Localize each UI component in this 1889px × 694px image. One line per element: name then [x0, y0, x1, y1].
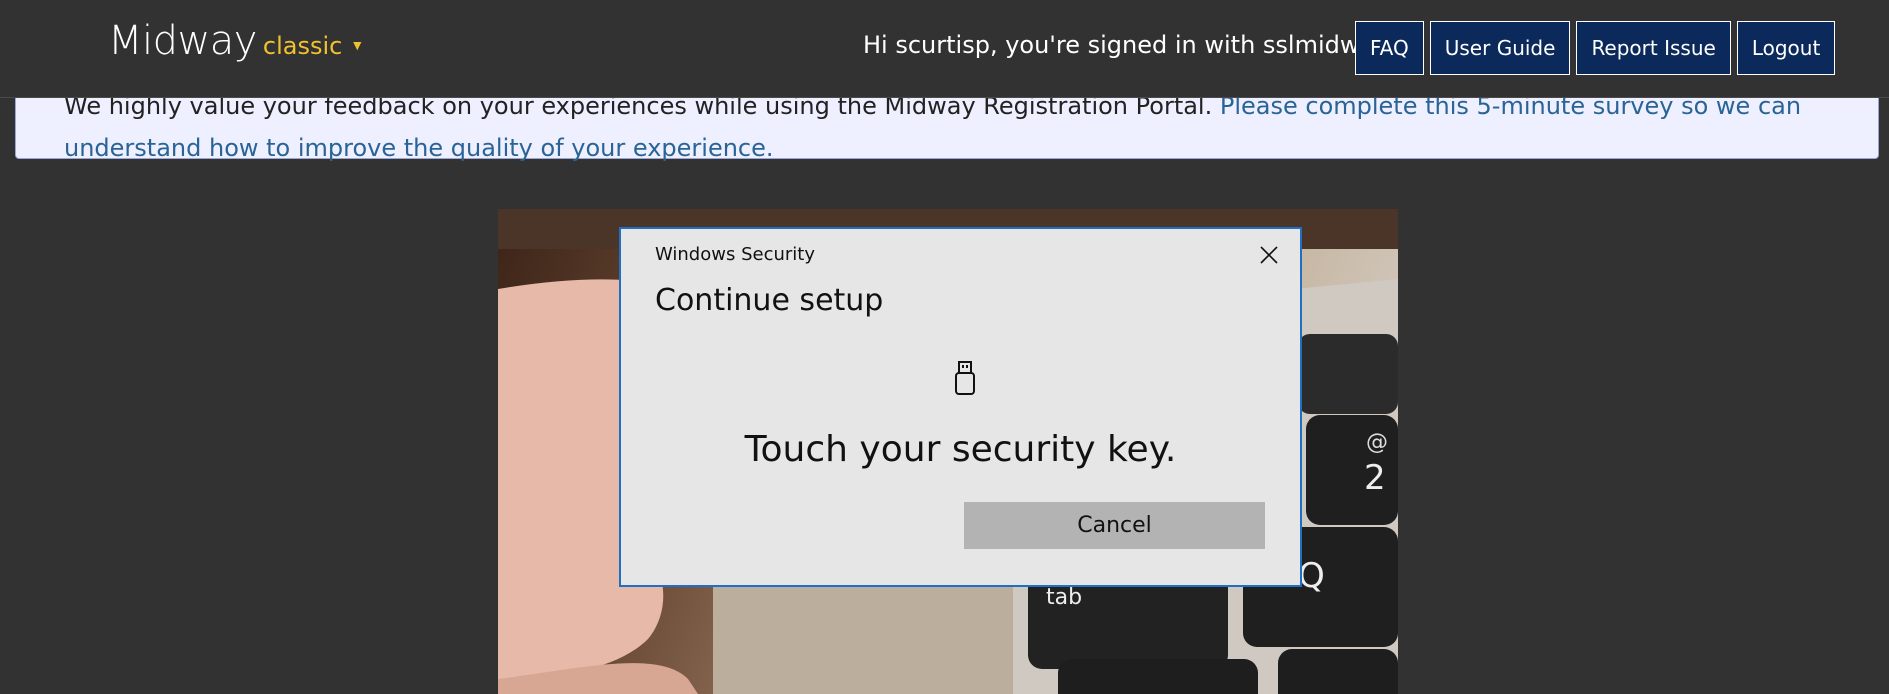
top-header: Midway classic ▼ Hi scurtisp, you're sig… [0, 0, 1889, 98]
user-guide-button[interactable]: User Guide [1429, 21, 1571, 75]
cancel-button[interactable]: Cancel [964, 502, 1265, 549]
windows-security-dialog: Windows Security Continue setup Touch yo… [619, 227, 1302, 587]
report-issue-button[interactable]: Report Issue [1576, 21, 1731, 75]
key-tab-label: tab [1046, 585, 1082, 610]
dialog-heading: Continue setup [655, 283, 884, 318]
dialog-message: Touch your security key. [744, 429, 1177, 470]
faq-button[interactable]: FAQ [1355, 21, 1424, 75]
greeting-text: Hi scurtisp, you're signed in with sslmi… [863, 31, 1389, 59]
header-nav: FAQ User Guide Report Issue Logout [1355, 21, 1836, 75]
usb-key-icon [952, 360, 978, 396]
brand-name: Midway [108, 18, 257, 64]
key-q-label: Q [1298, 556, 1325, 596]
brand-variant: classic [262, 32, 343, 60]
dialog-titlebar: Windows Security [655, 244, 815, 265]
caret-down-icon[interactable]: ▼ [350, 37, 364, 53]
key-2-label: 2 [1364, 458, 1386, 498]
brand-logo[interactable]: Midway classic ▼ [108, 18, 364, 64]
key-at-label: @ [1366, 430, 1388, 455]
close-icon[interactable] [1257, 243, 1281, 267]
logout-button[interactable]: Logout [1736, 21, 1836, 75]
